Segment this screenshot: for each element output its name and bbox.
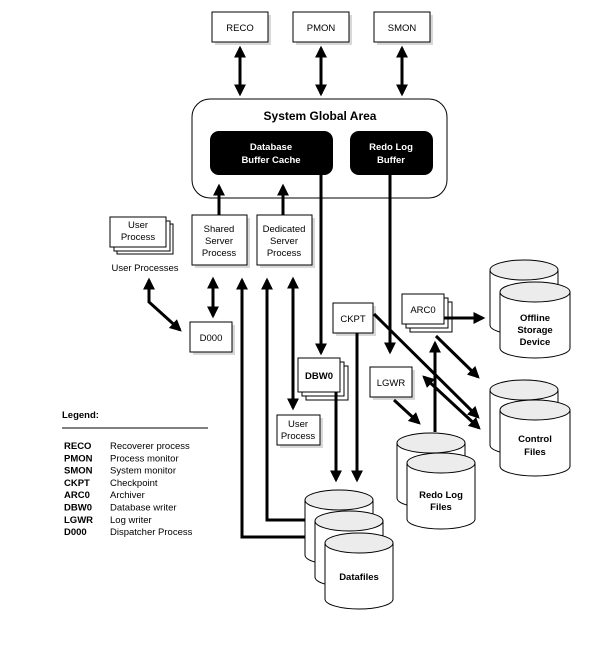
legend-description: Dispatcher Process	[110, 527, 193, 538]
oracle-architecture-diagram: RECO PMON SMON System Global Area Databa…	[62, 11, 571, 610]
legend-description: Checkpoint	[110, 478, 158, 489]
legend-description: Database writer	[110, 503, 177, 514]
svg-text:Process: Process	[121, 232, 156, 243]
ckpt-box: CKPT	[332, 302, 376, 336]
datafiles: Datafiles	[304, 489, 394, 610]
arc0-box: ARC0	[401, 293, 453, 333]
redo-log-buffer: Redo Log Buffer	[350, 131, 433, 175]
redo-log-files: Redo Log Files	[396, 432, 476, 530]
shared-server-process: Shared Server Process	[191, 214, 250, 268]
svg-text:Process: Process	[202, 248, 237, 259]
legend-item: D000 Dispatcher Process	[64, 527, 193, 538]
lgwr-box: LGWR	[369, 366, 415, 400]
svg-text:Offline: Offline	[520, 313, 550, 324]
svg-text:Buffer Cache: Buffer Cache	[241, 155, 300, 166]
legend-item: SMON System monitor	[64, 466, 176, 477]
svg-text:Files: Files	[524, 447, 546, 458]
legend-code: DBW0	[64, 503, 92, 514]
svg-text:Legend:: Legend:	[62, 410, 99, 421]
svg-text:DBW0: DBW0	[305, 371, 333, 382]
svg-text:SMON: SMON	[388, 23, 417, 34]
legend-item: DBW0 Database writer	[64, 503, 177, 514]
svg-text:Redo Log: Redo Log	[419, 490, 463, 501]
legend-item: ARC0 Archiver	[64, 490, 145, 501]
lgwr-control-files-arrow	[422, 375, 481, 430]
legend-item: PMON Process monitor	[64, 453, 179, 464]
svg-text:Process: Process	[267, 248, 302, 259]
svg-text:Redo Log: Redo Log	[369, 142, 413, 153]
svg-text:User: User	[288, 419, 308, 430]
reco-box: RECO	[211, 11, 271, 45]
datafiles-to-dedicated-arrow	[261, 277, 308, 522]
svg-text:Server: Server	[270, 236, 298, 247]
legend-item: CKPT Checkpoint	[64, 478, 158, 489]
svg-text:RECO: RECO	[226, 23, 253, 34]
user-process-stack: User Process	[109, 216, 174, 255]
legend-code: ARC0	[64, 490, 90, 501]
user-processes-d000-arrow	[143, 277, 182, 332]
arc0-to-control-files-arrow	[434, 334, 480, 379]
svg-text:Buffer: Buffer	[377, 155, 405, 166]
legend-description: Recoverer process	[110, 441, 190, 452]
d000-box: D000	[189, 321, 235, 355]
legend-item: RECO Recoverer process	[64, 441, 190, 452]
legend-code: CKPT	[64, 478, 90, 489]
legend-description: Log writer	[110, 515, 152, 526]
legend-code: D000	[64, 527, 87, 538]
control-files: Control Files	[489, 379, 571, 477]
legend: Legend: RECO Recoverer process PMON Process…	[62, 410, 208, 538]
svg-text:User: User	[128, 220, 148, 231]
user-processes-label: User Processes	[111, 263, 178, 274]
legend-description: Process monitor	[110, 453, 179, 464]
datafiles-to-shared-arrow	[236, 277, 310, 539]
legend-code: LGWR	[64, 515, 93, 526]
svg-text:Device: Device	[520, 337, 551, 348]
legend-description: Archiver	[110, 490, 145, 501]
svg-text:Storage: Storage	[517, 325, 552, 336]
svg-text:CKPT: CKPT	[340, 314, 366, 325]
legend-code: PMON	[64, 453, 93, 464]
svg-text:Database: Database	[250, 142, 292, 153]
offline-storage-device: Offline Storage Device	[489, 259, 571, 359]
svg-text:ARC0: ARC0	[410, 305, 435, 316]
legend-code: RECO	[64, 441, 91, 452]
legend-code: SMON	[64, 466, 93, 477]
svg-text:D000: D000	[200, 333, 223, 344]
legend-item: LGWR Log writer	[64, 515, 152, 526]
database-buffer-cache: Database Buffer Cache	[210, 131, 333, 175]
svg-text:LGWR: LGWR	[377, 378, 406, 389]
svg-text:Dedicated: Dedicated	[263, 224, 306, 235]
user-process-box: User Process	[276, 414, 323, 448]
pmon-box: PMON	[292, 11, 352, 45]
svg-text:Control: Control	[518, 434, 552, 445]
legend-description: System monitor	[110, 466, 176, 477]
smon-box: SMON	[373, 11, 433, 45]
svg-text:Server: Server	[205, 236, 233, 247]
svg-text:System Global Area: System Global Area	[264, 109, 377, 123]
svg-text:Process: Process	[281, 431, 316, 442]
svg-text:PMON: PMON	[307, 23, 336, 34]
svg-text:Datafiles: Datafiles	[339, 572, 379, 583]
dedicated-server-process: Dedicated Server Process	[256, 214, 315, 268]
dbw0-box: DBW0	[297, 357, 349, 401]
lgwr-to-redo-files-arrow	[392, 398, 421, 425]
svg-text:Shared: Shared	[204, 224, 235, 235]
svg-text:Files: Files	[430, 502, 452, 513]
